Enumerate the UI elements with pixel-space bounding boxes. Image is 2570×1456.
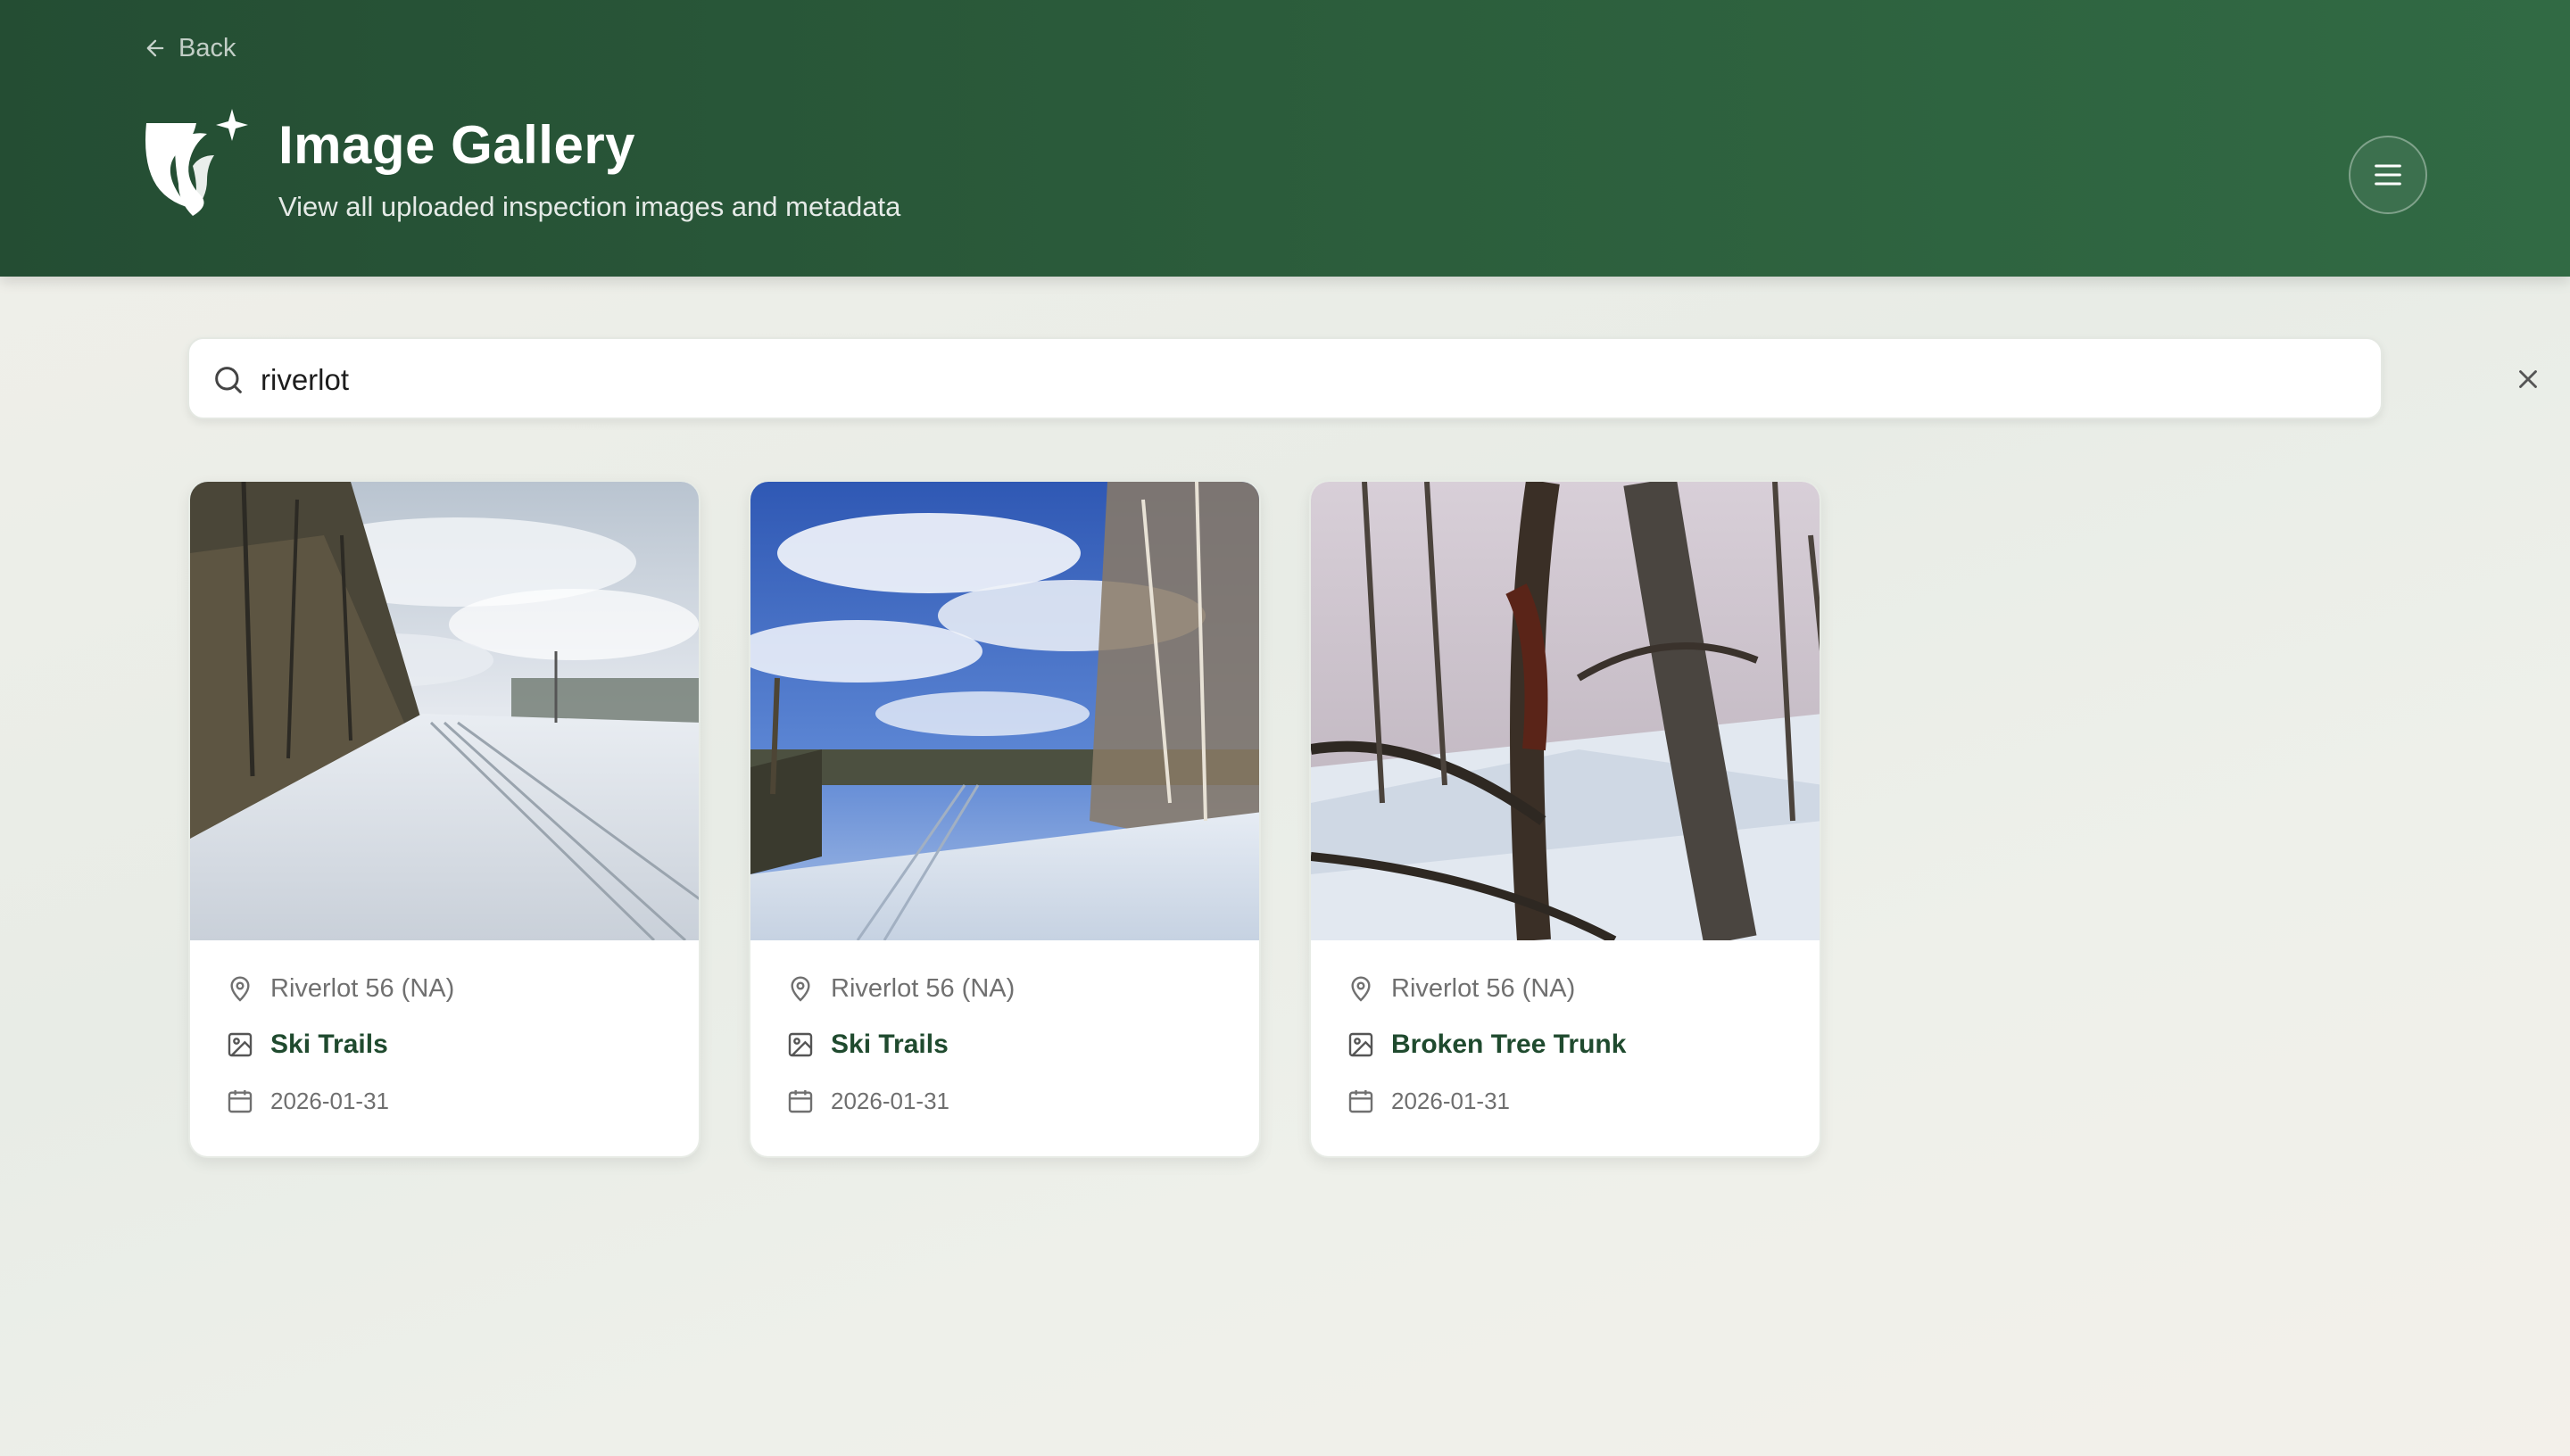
map-pin-icon <box>230 975 250 1002</box>
image-icon <box>228 1032 253 1057</box>
location-text: Riverlot 56 (NA) <box>831 974 1016 1003</box>
image-icon <box>1348 1032 1373 1057</box>
calendar-icon <box>1348 1090 1373 1113</box>
card-date: 2026-01-31 <box>226 1087 389 1115</box>
card-date: 2026-01-31 <box>786 1087 949 1115</box>
card-location: Riverlot 56 (NA) <box>786 974 1015 1004</box>
page-title: Image Gallery <box>278 115 636 175</box>
location-text: Riverlot 56 (NA) <box>1391 974 1576 1003</box>
arrow-left-icon <box>146 39 164 57</box>
back-label: Back <box>178 33 236 62</box>
card-title: Broken Tree Trunk <box>1347 1030 1626 1060</box>
map-pin-icon <box>791 975 810 1002</box>
calendar-icon <box>788 1090 813 1113</box>
hamburger-menu-icon <box>2375 164 2401 186</box>
map-pin-icon <box>1351 975 1371 1002</box>
search-input[interactable] <box>261 355 2277 405</box>
image-card[interactable]: Riverlot 56 (NA) Ski Trails 2026-01-31 <box>749 480 1261 1158</box>
menu-button[interactable] <box>2349 136 2427 214</box>
date-text: 2026-01-31 <box>831 1087 949 1114</box>
card-title: Ski Trails <box>226 1030 388 1060</box>
image-card[interactable]: Riverlot 56 (NA) Ski Trails 2026-01-31 <box>188 480 701 1158</box>
back-link[interactable]: Back <box>143 30 236 66</box>
card-title: Ski Trails <box>786 1030 949 1060</box>
card-photo <box>1311 482 1820 940</box>
search-icon <box>215 367 242 393</box>
card-photo <box>750 482 1259 940</box>
image-name: Broken Tree Trunk <box>1391 1030 1627 1059</box>
image-icon <box>788 1032 813 1057</box>
card-date: 2026-01-31 <box>1347 1087 1510 1115</box>
page-header: Back Image Gallery View all uploaded ins… <box>0 0 2570 277</box>
card-photo <box>190 482 699 940</box>
search-bar <box>187 337 2537 419</box>
clear-search-icon[interactable] <box>2513 364 2543 394</box>
location-text: Riverlot 56 (NA) <box>270 974 455 1003</box>
card-location: Riverlot 56 (NA) <box>226 974 454 1004</box>
date-text: 2026-01-31 <box>270 1087 389 1114</box>
shield-flame-logo <box>145 109 248 216</box>
image-name: Ski Trails <box>831 1030 949 1059</box>
image-card[interactable]: Riverlot 56 (NA) Broken Tree Trunk 2026-… <box>1309 480 1821 1158</box>
page-subtitle: View all uploaded inspection images and … <box>278 191 901 222</box>
card-location: Riverlot 56 (NA) <box>1347 974 1575 1004</box>
image-name: Ski Trails <box>270 1030 388 1059</box>
date-text: 2026-01-31 <box>1391 1087 1510 1114</box>
calendar-icon <box>228 1090 253 1113</box>
